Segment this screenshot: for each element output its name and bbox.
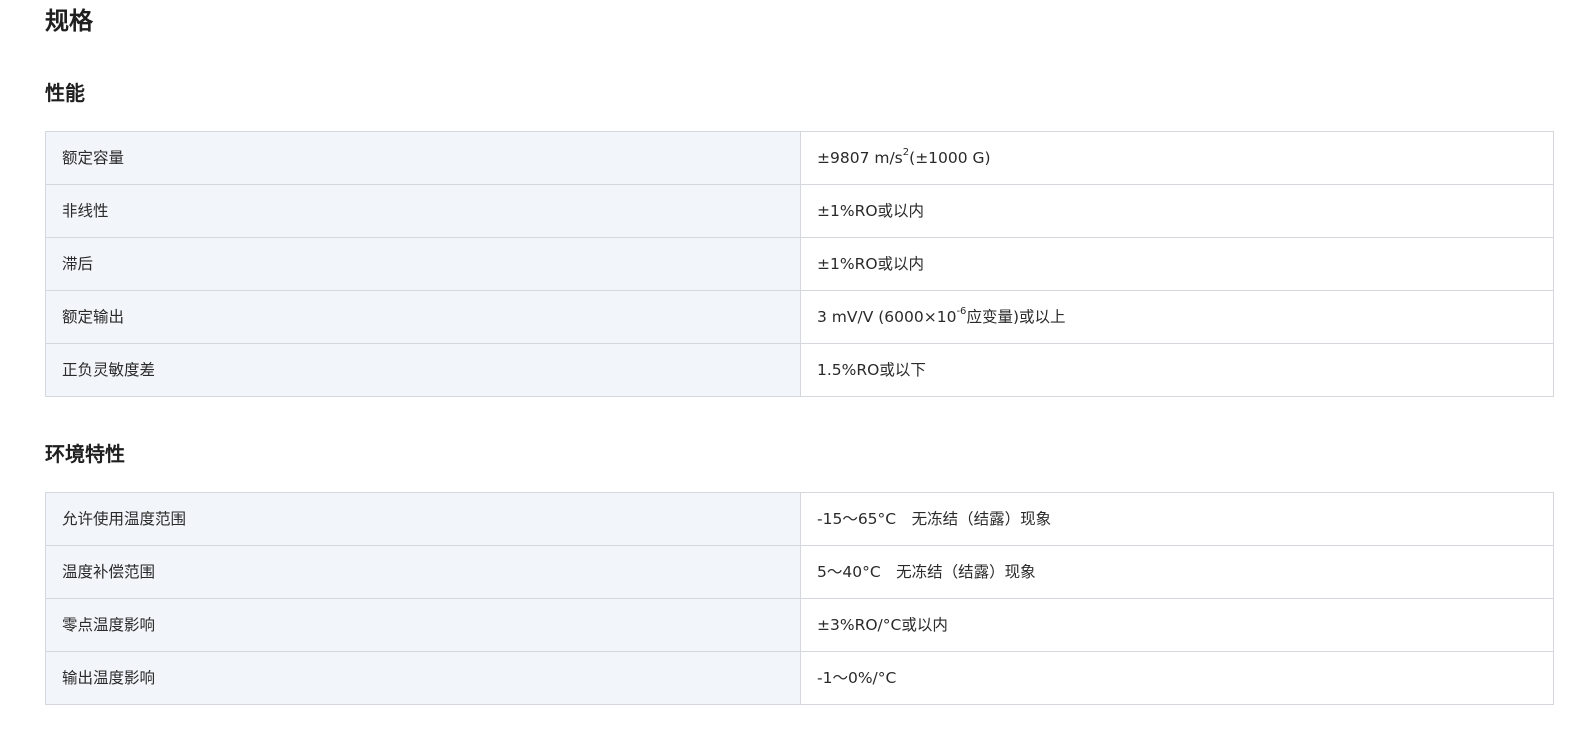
table-row: 温度补偿范围 5～40°C 无冻结（结露）现象 bbox=[45, 545, 1554, 599]
spec-label: 正负灵敏度差 bbox=[45, 343, 801, 397]
table-row: 输出温度影响 -1～0%/°C bbox=[45, 651, 1554, 705]
spec-label: 非线性 bbox=[45, 184, 801, 238]
spec-value: 5～40°C 无冻结（结露）现象 bbox=[800, 545, 1554, 599]
table-row: 额定容量 ±9807 m/s2(±1000 G) bbox=[45, 131, 1554, 185]
spec-value: ±1%RO或以内 bbox=[800, 184, 1554, 238]
spec-value: 1.5%RO或以下 bbox=[800, 343, 1554, 397]
spec-value: ±9807 m/s2(±1000 G) bbox=[800, 131, 1554, 185]
spec-value: ±1%RO或以内 bbox=[800, 237, 1554, 291]
performance-table: 额定容量 ±9807 m/s2(±1000 G) 非线性 ±1%RO或以内 滞后… bbox=[45, 131, 1554, 397]
spec-value: -1～0%/°C bbox=[800, 651, 1554, 705]
table-row: 非线性 ±1%RO或以内 bbox=[45, 184, 1554, 238]
spec-label: 额定输出 bbox=[45, 290, 801, 344]
table-row: 零点温度影响 ±3%RO/°C或以内 bbox=[45, 598, 1554, 652]
spec-label: 输出温度影响 bbox=[45, 651, 801, 705]
section-title-performance: 性能 bbox=[45, 81, 85, 105]
spec-label: 额定容量 bbox=[45, 131, 801, 185]
page-title: 规格 bbox=[45, 7, 93, 35]
spec-label: 滞后 bbox=[45, 237, 801, 291]
spec-value: ±3%RO/°C或以内 bbox=[800, 598, 1554, 652]
spec-value: 3 mV/V (6000×10-6应变量)或以上 bbox=[800, 290, 1554, 344]
section-title-environment: 环境特性 bbox=[45, 442, 125, 466]
spec-label: 允许使用温度范围 bbox=[45, 492, 801, 546]
table-row: 允许使用温度范围 -15～65°C 无冻结（结露）现象 bbox=[45, 492, 1554, 546]
table-row: 正负灵敏度差 1.5%RO或以下 bbox=[45, 343, 1554, 397]
spec-label: 零点温度影响 bbox=[45, 598, 801, 652]
table-row: 滞后 ±1%RO或以内 bbox=[45, 237, 1554, 291]
table-row: 额定输出 3 mV/V (6000×10-6应变量)或以上 bbox=[45, 290, 1554, 344]
environment-table: 允许使用温度范围 -15～65°C 无冻结（结露）现象 温度补偿范围 5～40°… bbox=[45, 492, 1554, 705]
spec-label: 温度补偿范围 bbox=[45, 545, 801, 599]
spec-value: -15～65°C 无冻结（结露）现象 bbox=[800, 492, 1554, 546]
